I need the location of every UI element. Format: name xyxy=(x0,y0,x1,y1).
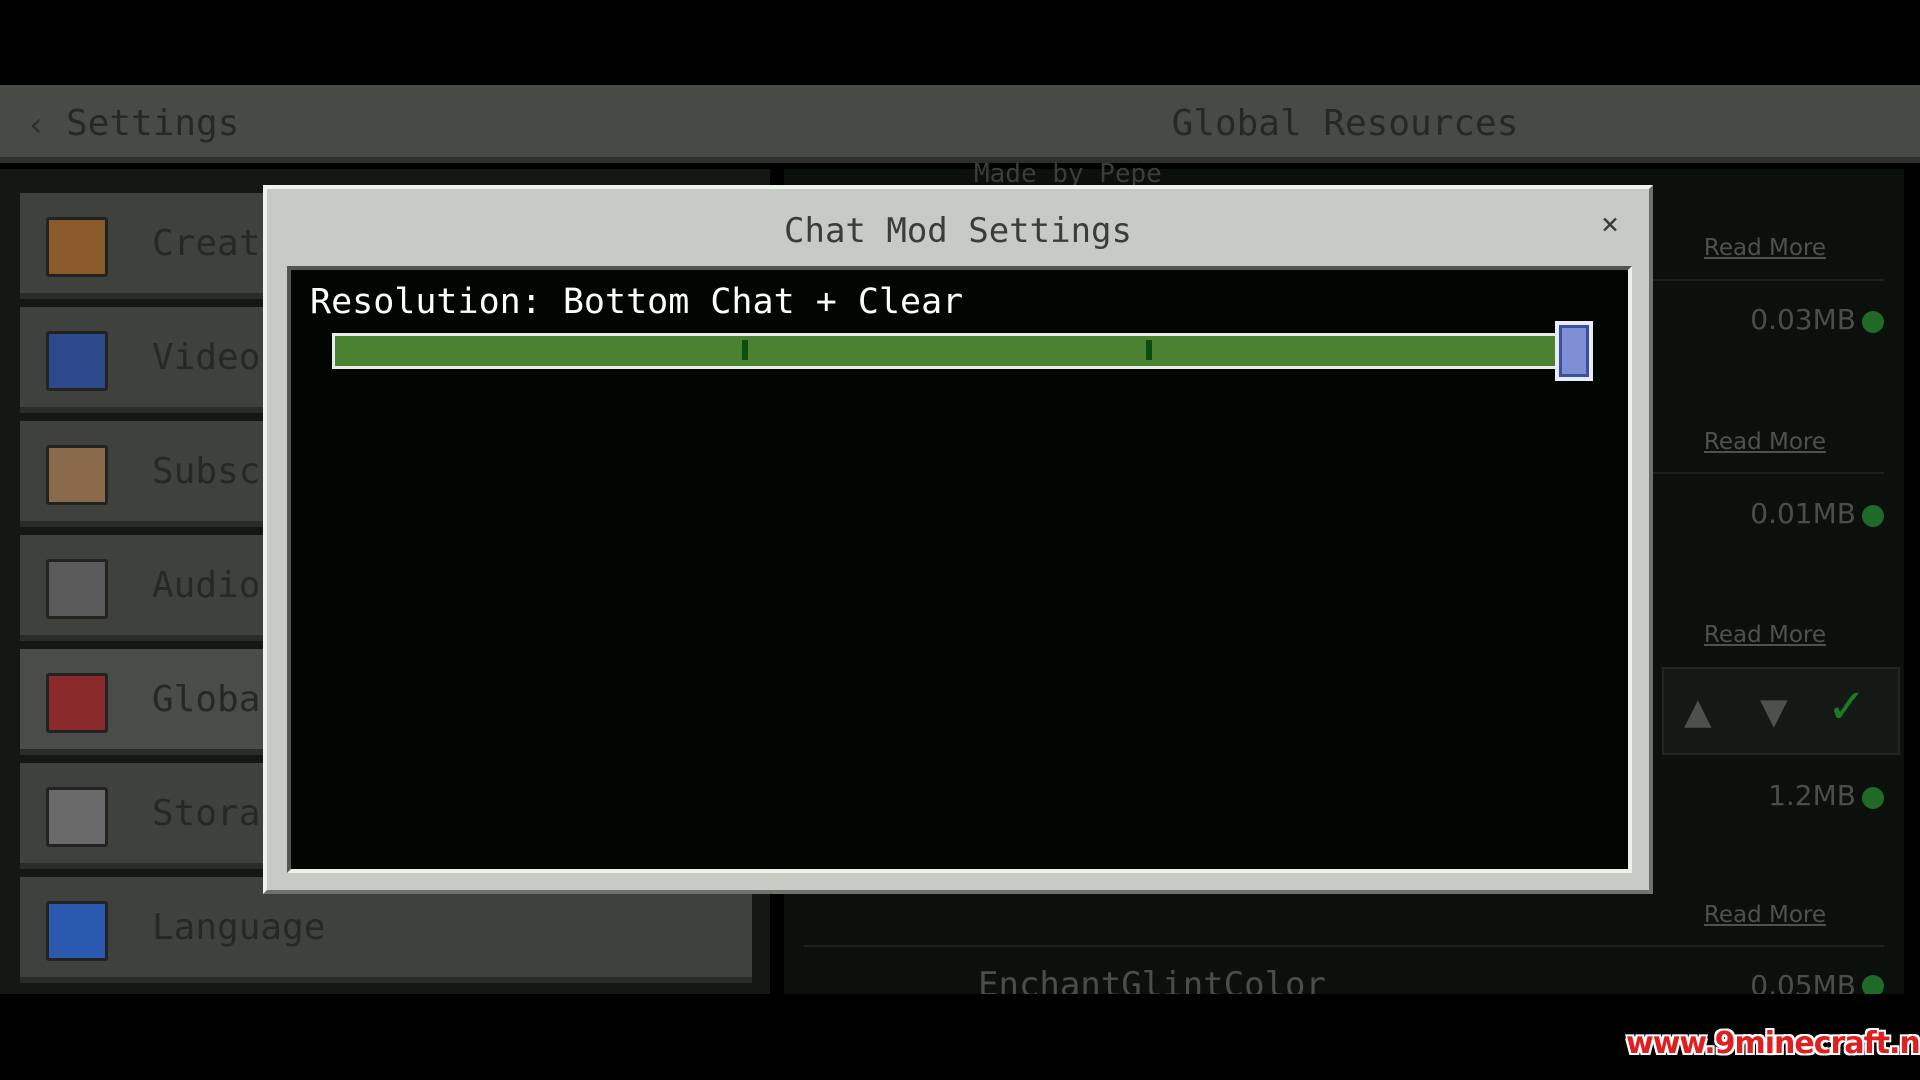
chat-mod-settings-dialog: Chat Mod Settings × Resolution: Bottom C… xyxy=(263,185,1653,894)
sidebar-item-label: Globa xyxy=(152,679,261,720)
resource-pack-icon xyxy=(46,673,108,733)
close-button[interactable]: × xyxy=(1601,207,1619,242)
resolution-slider-track[interactable] xyxy=(332,333,1559,369)
storage-folder-icon xyxy=(46,787,108,847)
monitor-icon xyxy=(46,331,108,391)
dialog-title: Chat Mod Settings xyxy=(784,211,1132,251)
checkmark-icon[interactable]: ✓ xyxy=(1830,673,1863,736)
sidebar-item-label: Video xyxy=(152,337,261,378)
slider-step-tick xyxy=(742,340,748,360)
back-chevron-icon[interactable]: ‹ xyxy=(26,105,46,145)
sidebar-item-label: Language xyxy=(152,907,326,948)
sidebar-item-label: Creat xyxy=(152,223,261,264)
speaker-icon xyxy=(46,559,108,619)
status-dot-icon xyxy=(1862,787,1884,809)
resolution-slider-handle[interactable] xyxy=(1555,321,1593,381)
creator-icon xyxy=(46,217,108,277)
sidebar-item-label: Stora xyxy=(152,793,261,834)
calendar-plus-icon xyxy=(46,445,108,505)
language-globe-icon xyxy=(46,901,108,961)
slider-label: Resolution: Bottom Chat + Clear xyxy=(310,282,964,322)
watermark: www.9minecraft.net xyxy=(1626,1026,1920,1061)
dialog-content: Resolution: Bottom Chat + Clear xyxy=(287,266,1632,873)
move-down-icon[interactable]: ▼ xyxy=(1760,683,1788,737)
page-title: Global Resources xyxy=(1171,103,1519,144)
slider-step-tick xyxy=(1146,340,1152,360)
status-dot-icon xyxy=(1862,505,1884,527)
pack-order-controls: ▲ ▼ ✓ xyxy=(1662,667,1900,755)
read-more-link[interactable]: Read More xyxy=(1704,902,1826,928)
move-up-icon[interactable]: ▲ xyxy=(1684,683,1712,737)
read-more-link[interactable]: Read More xyxy=(1704,429,1826,455)
header-bar: ‹ Settings Global Resources xyxy=(0,85,1920,163)
read-more-link[interactable]: Read More xyxy=(1704,622,1826,648)
read-more-link[interactable]: Read More xyxy=(1704,235,1826,261)
divider xyxy=(804,945,1884,947)
pack-size: 0.03MB xyxy=(1750,303,1856,336)
pack-size: 0.01MB xyxy=(1750,497,1856,530)
sidebar-item-label: Subsc xyxy=(152,451,261,492)
pack-size: 1.2MB xyxy=(1768,779,1856,812)
status-dot-icon xyxy=(1862,311,1884,333)
back-button[interactable]: Settings xyxy=(66,103,239,144)
sidebar-item-label: Audio xyxy=(152,565,261,606)
